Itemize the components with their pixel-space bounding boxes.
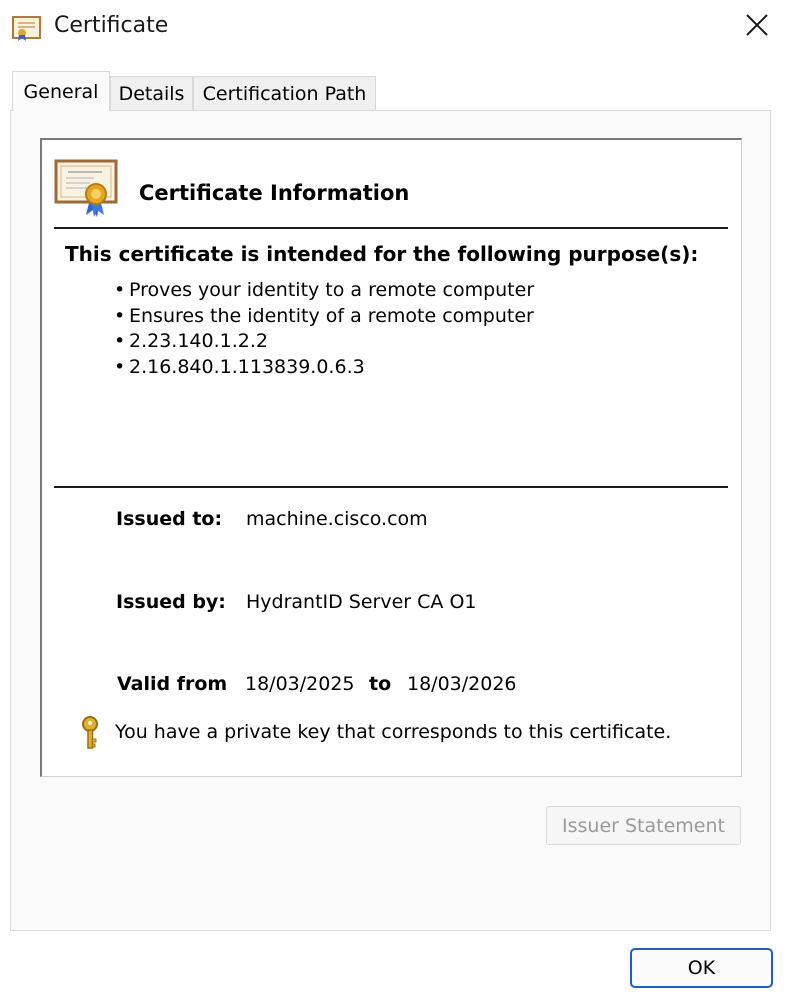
list-item: • 2.23.140.1.2.2 xyxy=(114,329,534,355)
ok-button[interactable]: OK xyxy=(630,948,773,988)
private-key-note: You have a private key that corresponds … xyxy=(115,721,672,743)
bullet: • xyxy=(114,330,126,352)
tab-label: General xyxy=(23,80,99,103)
bullet: • xyxy=(114,279,126,301)
close-button[interactable] xyxy=(735,8,779,46)
purpose-list: • Proves your identity to a remote comput… xyxy=(114,278,534,380)
issued-by-value: HydrantID Server CA O1 xyxy=(246,591,477,613)
close-icon xyxy=(745,13,769,41)
valid-to-value: 18/03/2026 xyxy=(407,673,517,695)
issuer-statement-button[interactable]: Issuer Statement xyxy=(546,806,741,845)
issued-by-label: Issued by: xyxy=(116,591,226,613)
purpose-text: 2.23.140.1.2.2 xyxy=(129,330,268,352)
button-label: OK xyxy=(687,957,716,979)
issued-to-value: machine.cisco.com xyxy=(246,508,428,530)
list-item: • 2.16.840.1.113839.0.6.3 xyxy=(114,355,534,381)
purpose-heading: This certificate is intended for the fol… xyxy=(65,242,699,266)
divider xyxy=(54,486,728,488)
bullet: • xyxy=(114,355,126,378)
tab-details[interactable]: Details xyxy=(110,76,193,110)
key-icon xyxy=(79,716,101,750)
certificate-icon xyxy=(54,158,120,218)
issued-to-label: Issued to: xyxy=(116,508,223,530)
certificate-icon xyxy=(12,14,42,42)
tab-label: Details xyxy=(118,82,185,105)
title-bar: Certificate xyxy=(0,0,789,54)
purpose-text: Ensures the identity of a remote compute… xyxy=(129,304,534,327)
divider xyxy=(54,227,728,229)
list-item: • Ensures the identity of a remote comput… xyxy=(114,304,534,330)
tab-certification-path[interactable]: Certification Path xyxy=(193,76,376,110)
valid-from-label: Valid from xyxy=(117,673,228,695)
purpose-text: Proves your identity to a remote compute… xyxy=(129,279,535,301)
list-item: • Proves your identity to a remote comput… xyxy=(114,278,534,304)
tab-label: Certification Path xyxy=(202,82,367,105)
bullet: • xyxy=(114,304,126,327)
tab-general[interactable]: General xyxy=(12,71,110,111)
valid-from-value: 18/03/2025 xyxy=(245,673,355,695)
window-title: Certificate xyxy=(54,13,169,38)
purpose-text: 2.16.840.1.113839.0.6.3 xyxy=(129,355,365,378)
button-label: Issuer Statement xyxy=(562,814,725,837)
valid-to-label: to xyxy=(369,673,392,695)
certificate-info-heading: Certificate Information xyxy=(139,181,410,205)
